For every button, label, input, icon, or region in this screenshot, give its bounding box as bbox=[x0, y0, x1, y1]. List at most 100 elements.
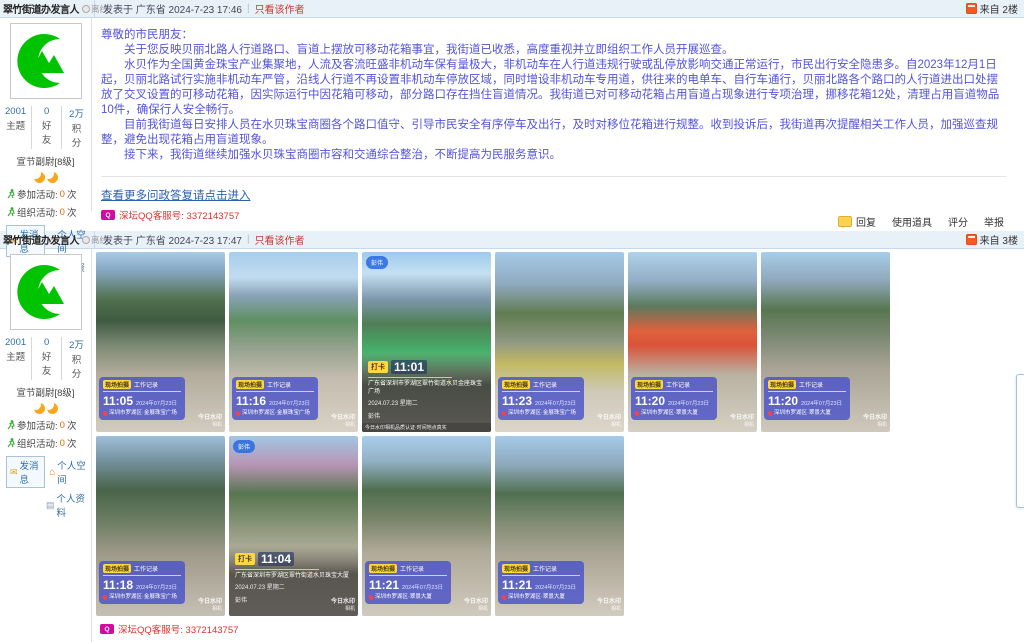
photo-time: 11:18 bbox=[103, 578, 133, 592]
stat-threads[interactable]: 2001 bbox=[5, 106, 26, 117]
only-author-link[interactable]: 只看该作者 bbox=[255, 232, 305, 247]
watermark-badge: 现场拍摄 bbox=[635, 380, 663, 389]
post-timestamp: 发表于 广东省 2024-7-23 17:46 bbox=[103, 1, 242, 16]
avatar[interactable] bbox=[10, 23, 82, 99]
runner-icon bbox=[7, 438, 15, 448]
runner-icon bbox=[7, 189, 15, 199]
checkin-user-badge: 彭伟 bbox=[233, 440, 255, 453]
watermark-label: 现场拍摄工作记录 11:232024年07月23日 深圳市罗湖区·金展珠宝广场 bbox=[498, 377, 584, 420]
green-logo-icon bbox=[16, 262, 76, 322]
only-author-link[interactable]: 只看该作者 bbox=[255, 1, 305, 16]
checkin-overlay: 打卡11:01 广东省深圳市罗湖区翠竹街道水贝金座珠宝广场 2024.07.23… bbox=[362, 354, 491, 432]
stat-friends[interactable]: 0 bbox=[37, 337, 56, 348]
activity-joined: 参加活动: 0 次 bbox=[0, 187, 91, 201]
photo-time: 11:20 bbox=[768, 394, 798, 408]
pin-icon bbox=[634, 410, 640, 416]
watermark-label: 现场拍摄工作记录 11:212024年07月23日 深圳市罗湖区·翠景大厦 bbox=[498, 561, 584, 604]
photo-address: 深圳市罗湖区·金展珠宝广场 bbox=[109, 410, 177, 417]
photo-address: 深圳市罗湖区·翠景大厦 bbox=[508, 594, 565, 601]
floor-badge-icon bbox=[966, 234, 977, 245]
watermark-badge: 现场拍摄 bbox=[369, 564, 397, 573]
photo-1105[interactable]: 现场拍摄工作记录 11:052024年07月23日 深圳市罗湖区·金展珠宝广场 … bbox=[96, 252, 225, 432]
avatar[interactable] bbox=[10, 254, 82, 330]
personal-space-link[interactable]: ⌂ 个人空间 bbox=[49, 458, 87, 486]
photo-address: 深圳市罗湖区·金展珠宝广场 bbox=[508, 410, 576, 417]
post-2-author-cell: 翠竹街道办发言人 离线 bbox=[0, 231, 95, 248]
watermark-logo: 今日水印相机 bbox=[198, 599, 222, 613]
author-name[interactable]: 翠竹街道办发言人 bbox=[3, 232, 79, 247]
envelope-icon: ✉ bbox=[10, 468, 18, 477]
use-props-button[interactable]: 使用道具 bbox=[892, 214, 932, 229]
moon-medal-icon bbox=[34, 403, 45, 414]
stat-points[interactable]: 2万 bbox=[67, 337, 86, 351]
activity-joined: 参加活动: 0 次 bbox=[0, 418, 91, 432]
pin-icon bbox=[102, 594, 108, 600]
photo-time: 11:21 bbox=[502, 578, 532, 592]
author-stats: 2001主题 0好友 2万积分 bbox=[0, 337, 91, 380]
photo-address: 深圳市罗湖区·金展珠宝广场 bbox=[109, 594, 177, 601]
stat-threads[interactable]: 2001 bbox=[5, 337, 26, 348]
moon-medal-icon bbox=[47, 403, 58, 414]
watermark-badge: 现场拍摄 bbox=[236, 380, 264, 389]
photo-address: 深圳市罗湖区·翠景大厦 bbox=[641, 410, 698, 417]
pin-icon bbox=[501, 594, 507, 600]
medal-icons bbox=[0, 172, 91, 183]
photo-1123[interactable]: 现场拍摄工作记录 11:232024年07月23日 深圳市罗湖区·金展珠宝广场 … bbox=[495, 252, 624, 432]
watermark-logo: 今日水印相机 bbox=[331, 415, 355, 429]
qq-icon: Q bbox=[101, 210, 115, 220]
watermark-badge: 现场拍摄 bbox=[502, 564, 530, 573]
checkin-date: 2024.07.23 星期二 bbox=[368, 398, 485, 407]
photo-address: 广东省深圳市罗湖区翠竹街道水贝珠宝大厦 bbox=[235, 573, 352, 581]
pin-icon bbox=[501, 410, 507, 416]
photo-1118[interactable]: 现场拍摄工作记录 11:182024年07月23日 深圳市罗湖区·金展珠宝广场 … bbox=[96, 436, 225, 616]
house-icon: ⌂ bbox=[49, 468, 55, 477]
send-message-button[interactable]: ✉ 发消息 bbox=[6, 456, 45, 488]
author-stats: 2001主题 0好友 2万积分 bbox=[0, 106, 91, 149]
paragraph: 水贝作为全国黄金珠宝产业集聚地，人流及客流旺盛非机动车保有量极大，非机动车在人行… bbox=[101, 58, 1008, 118]
post-1: 翠竹街道办发言人 离线 发表于 广东省 2024-7-23 17:46 | 只看… bbox=[0, 0, 1024, 231]
rate-button[interactable]: 评分 bbox=[948, 214, 968, 229]
watermark-logo: 今日水印相机 bbox=[863, 415, 887, 429]
stat-friends[interactable]: 0 bbox=[37, 106, 56, 117]
watermark-label: 现场拍摄工作记录 11:052024年07月23日 深圳市罗湖区·金展珠宝广场 bbox=[99, 377, 185, 420]
photo-1120-b[interactable]: 现场拍摄工作记录 11:202024年07月23日 深圳市罗湖区·翠景大厦 今日… bbox=[761, 252, 890, 432]
photo-1121-b[interactable]: 现场拍摄工作记录 11:212024年07月23日 深圳市罗湖区·翠景大厦 今日… bbox=[495, 436, 624, 616]
checkin-badge: 打卡 bbox=[368, 361, 388, 373]
checkin-date: 2024.07.23 星期二 bbox=[235, 582, 352, 591]
photo-time: 11:05 bbox=[103, 394, 133, 408]
author-name[interactable]: 翠竹街道办发言人 bbox=[3, 1, 79, 16]
more-replies-link[interactable]: 查看更多问政答复请点击进入 bbox=[101, 187, 251, 203]
watermark-label: 现场拍摄工作记录 11:212024年07月23日 深圳市罗湖区·翠景大厦 bbox=[365, 561, 451, 604]
stat-points[interactable]: 2万 bbox=[67, 106, 86, 120]
post-timestamp: 发表于 广东省 2024-7-23 17:47 bbox=[103, 232, 242, 247]
paragraph: 目前我街道每日安排人员在水贝珠宝商圈各个路口值守、引导市民安全有序停车及出行，及… bbox=[101, 118, 1008, 148]
photo-1120-a[interactable]: 现场拍摄工作记录 11:202024年07月23日 深圳市罗湖区·翠景大厦 今日… bbox=[628, 252, 757, 432]
reply-button[interactable]: 回复 bbox=[838, 214, 876, 229]
watermark-label: 现场拍摄工作记录 11:182024年07月23日 深圳市罗湖区·金展珠宝广场 bbox=[99, 561, 185, 604]
report-button[interactable]: 举报 bbox=[984, 214, 1004, 229]
watermark-logo: 今日水印相机 bbox=[331, 599, 355, 613]
watermark-logo: 今日水印相机 bbox=[597, 599, 621, 613]
photo-1116[interactable]: 现场拍摄工作记录 11:162024年07月23日 深圳市罗湖区·金展珠宝广场 … bbox=[229, 252, 358, 432]
checkin-badge: 打卡 bbox=[235, 553, 255, 565]
checkin-cert-line: 今日水印相机品质认证·时间地点真实 bbox=[362, 423, 491, 432]
side-panel-handle[interactable] bbox=[1016, 374, 1024, 508]
photo-1104-checkin[interactable]: 彭伟 打卡11:04 广东省深圳市罗湖区翠竹街道水贝珠宝大厦 2024.07.2… bbox=[229, 436, 358, 616]
qq-icon: Q bbox=[100, 624, 114, 634]
photo-1121-a[interactable]: 现场拍摄工作记录 11:212024年07月23日 深圳市罗湖区·翠景大厦 今日… bbox=[362, 436, 491, 616]
pin-icon bbox=[767, 410, 773, 416]
post-2: 翠竹街道办发言人 离线 发表于 广东省 2024-7-23 17:47 | 只看… bbox=[0, 231, 1024, 642]
runner-icon bbox=[7, 207, 15, 217]
green-logo-icon bbox=[16, 31, 76, 91]
photo-1101-checkin[interactable]: 彭伟 打卡11:01 广东省深圳市罗湖区翠竹街道水贝金座珠宝广场 2024.07… bbox=[362, 252, 491, 432]
post-1-header: 翠竹街道办发言人 离线 发表于 广东省 2024-7-23 17:46 | 只看… bbox=[0, 0, 1024, 18]
pin-icon bbox=[368, 594, 374, 600]
watermark-label: 现场拍摄工作记录 11:202024年07月23日 深圳市罗湖区·翠景大厦 bbox=[764, 377, 850, 420]
photo-address: 深圳市罗湖区·金展珠宝广场 bbox=[242, 410, 310, 417]
photo-address: 广东省深圳市罗湖区翠竹街道水贝金座珠宝广场 bbox=[368, 381, 485, 396]
profile-link[interactable]: ▤ 个人资料 bbox=[46, 491, 87, 519]
photo-time: 11:23 bbox=[502, 394, 532, 408]
post-1-content: 尊敬的市民朋友： 关于您反映贝丽北路人行道路口、盲道上摆放可移动花箱事宜，我街道… bbox=[92, 18, 1024, 211]
watermark-label: 现场拍摄工作记录 11:202024年07月23日 深圳市罗湖区·翠景大厦 bbox=[631, 377, 717, 420]
paragraph: 关于您反映贝丽北路人行道路口、盲道上摆放可移动花箱事宜，我街道已收悉，高度重视并… bbox=[101, 43, 1008, 58]
